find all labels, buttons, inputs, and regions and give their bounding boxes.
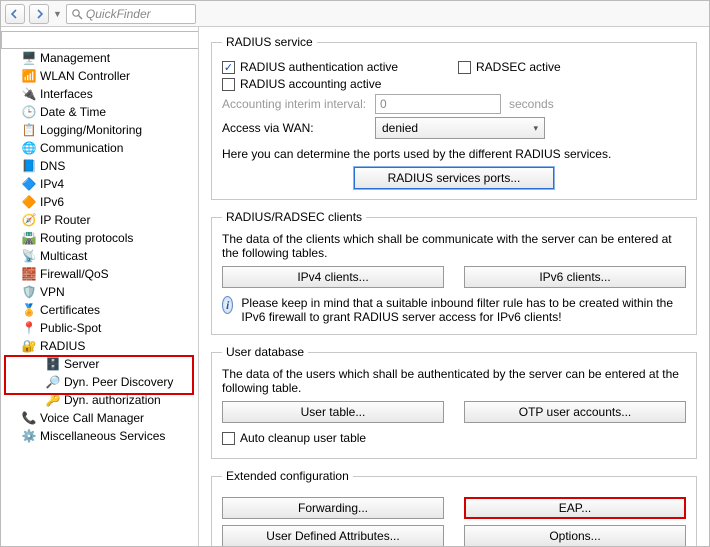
tree-item-public-spot[interactable]: 📍Public-Spot [1,319,198,337]
tree-item-vpn[interactable]: 🛡️VPN [1,283,198,301]
interim-input: 0 [375,94,501,114]
server-icon: 🗄️ [45,357,61,371]
peer-icon: 🔎 [45,375,61,389]
phone-icon: 📞 [21,411,37,425]
extended-config-legend: Extended configuration [222,469,353,483]
tree-item-radius[interactable]: 🔐RADIUS [1,337,198,355]
user-table-button[interactable]: User table... [222,401,444,423]
search-input[interactable]: QuickFinder [66,4,196,24]
auth-active-checkbox[interactable]: ✓ RADIUS authentication active [222,60,450,74]
globe-icon: 🌐 [21,141,37,155]
ipv4-icon: 🔷 [21,177,37,191]
tree-item-ipv4[interactable]: 🔷IPv4 [1,175,198,193]
tree-item-logging[interactable]: 📋Logging/Monitoring [1,121,198,139]
clients-legend: RADIUS/RADSEC clients [222,210,366,224]
interim-label: Accounting interim interval: [222,97,367,111]
router-icon: 🧭 [21,213,37,227]
tree-item-management[interactable]: 🖥️Management [1,49,198,67]
tree-item-routing-protocols[interactable]: 🛣️Routing protocols [1,229,198,247]
tree-item-multicast[interactable]: 📡Multicast [1,247,198,265]
radsec-active-checkbox[interactable]: RADSEC active [458,60,686,74]
certificate-icon: 🏅 [21,303,37,317]
ipv4-clients-button[interactable]: IPv4 clients... [222,266,444,288]
tree-item-dyn-auth[interactable]: 🔑Dyn. authorization [1,391,198,409]
tree-item-wlan-controller[interactable]: 📶WLAN Controller [1,67,198,85]
clients-note: Please keep in mind that a suitable inbo… [241,296,686,324]
auto-cleanup-checkbox[interactable]: Auto cleanup user table [222,431,366,445]
shield-icon: 🛡️ [21,285,37,299]
search-placeholder: QuickFinder [86,7,151,21]
log-icon: 📋 [21,123,37,137]
plug-icon: 🔌 [21,87,37,101]
tree-item-misc[interactable]: ⚙️Miscellaneous Services [1,427,198,445]
empty-checkbox-icon [222,432,235,445]
tree-item-radius-server[interactable]: 🗄️Server [1,355,198,373]
tree-item-ipv6[interactable]: 🔶IPv6 [1,193,198,211]
interim-unit: seconds [509,97,554,111]
toolbar: ▼ QuickFinder [1,1,709,27]
tree-root[interactable]: ▾ Configuration [1,31,199,49]
tree-item-dns[interactable]: 📘DNS [1,157,198,175]
tree-item-interfaces[interactable]: 🔌Interfaces [1,85,198,103]
userdb-legend: User database [222,345,308,359]
empty-checkbox-icon [458,61,471,74]
access-wan-select[interactable]: denied ▾ [375,117,545,139]
radius-services-ports-button[interactable]: RADIUS services ports... [354,167,554,189]
radius-service-legend: RADIUS service [222,35,317,49]
tree-item-communication[interactable]: 🌐Communication [1,139,198,157]
ports-desc: Here you can determine the ports used by… [222,147,686,161]
otp-accounts-button[interactable]: OTP user accounts... [464,401,686,423]
clock-icon: 🕒 [21,105,37,119]
extended-config-group: Extended configuration Forwarding... EAP… [211,469,697,546]
acct-active-checkbox[interactable]: RADIUS accounting active [222,77,381,91]
empty-checkbox-icon [222,78,235,91]
access-wan-label: Access via WAN: [222,121,367,135]
tree-item-firewall[interactable]: 🧱Firewall/QoS [1,265,198,283]
user-defined-attributes-button[interactable]: User Defined Attributes... [222,525,444,546]
wifi-icon: 📶 [21,69,37,83]
tree-item-dyn-peer[interactable]: 🔎Dyn. Peer Discovery [1,373,198,391]
route-icon: 🛣️ [21,231,37,245]
clients-group: RADIUS/RADSEC clients The data of the cl… [211,210,697,335]
config-tree[interactable]: ▾ Configuration 🖥️Management 📶WLAN Contr… [1,27,199,546]
info-icon: i [222,296,233,314]
multicast-icon: 📡 [21,249,37,263]
ipv6-clients-button[interactable]: IPv6 clients... [464,266,686,288]
userdb-desc: The data of the users which shall be aut… [222,367,686,395]
firewall-icon: 🧱 [21,267,37,281]
userdb-group: User database The data of the users whic… [211,345,697,459]
radius-service-group: RADIUS service ✓ RADIUS authentication a… [211,35,697,200]
auth-icon: 🔑 [45,393,61,407]
options-button[interactable]: Options... [464,525,686,546]
forward-button[interactable] [29,4,49,24]
eap-button[interactable]: EAP... [464,497,686,519]
back-button[interactable] [5,4,25,24]
ipv6-icon: 🔶 [21,195,37,209]
hotspot-icon: 📍 [21,321,37,335]
toolbar-divider: ▼ [53,9,62,19]
dns-icon: 📘 [21,159,37,173]
content-panel: RADIUS service ✓ RADIUS authentication a… [199,27,709,546]
monitor-icon: 🖥️ [21,51,37,65]
tree-item-certificates[interactable]: 🏅Certificates [1,301,198,319]
services-icon: ⚙️ [21,429,37,443]
search-icon [71,8,83,20]
tree-item-voice[interactable]: 📞Voice Call Manager [1,409,198,427]
clients-desc: The data of the clients which shall be c… [222,232,686,260]
radius-icon: 🔐 [21,339,37,353]
tree-item-ip-router[interactable]: 🧭IP Router [1,211,198,229]
tree-item-date-time[interactable]: 🕒Date & Time [1,103,198,121]
chevron-down-icon: ▾ [533,123,538,134]
forwarding-button[interactable]: Forwarding... [222,497,444,519]
checkmark-icon: ✓ [222,61,235,74]
